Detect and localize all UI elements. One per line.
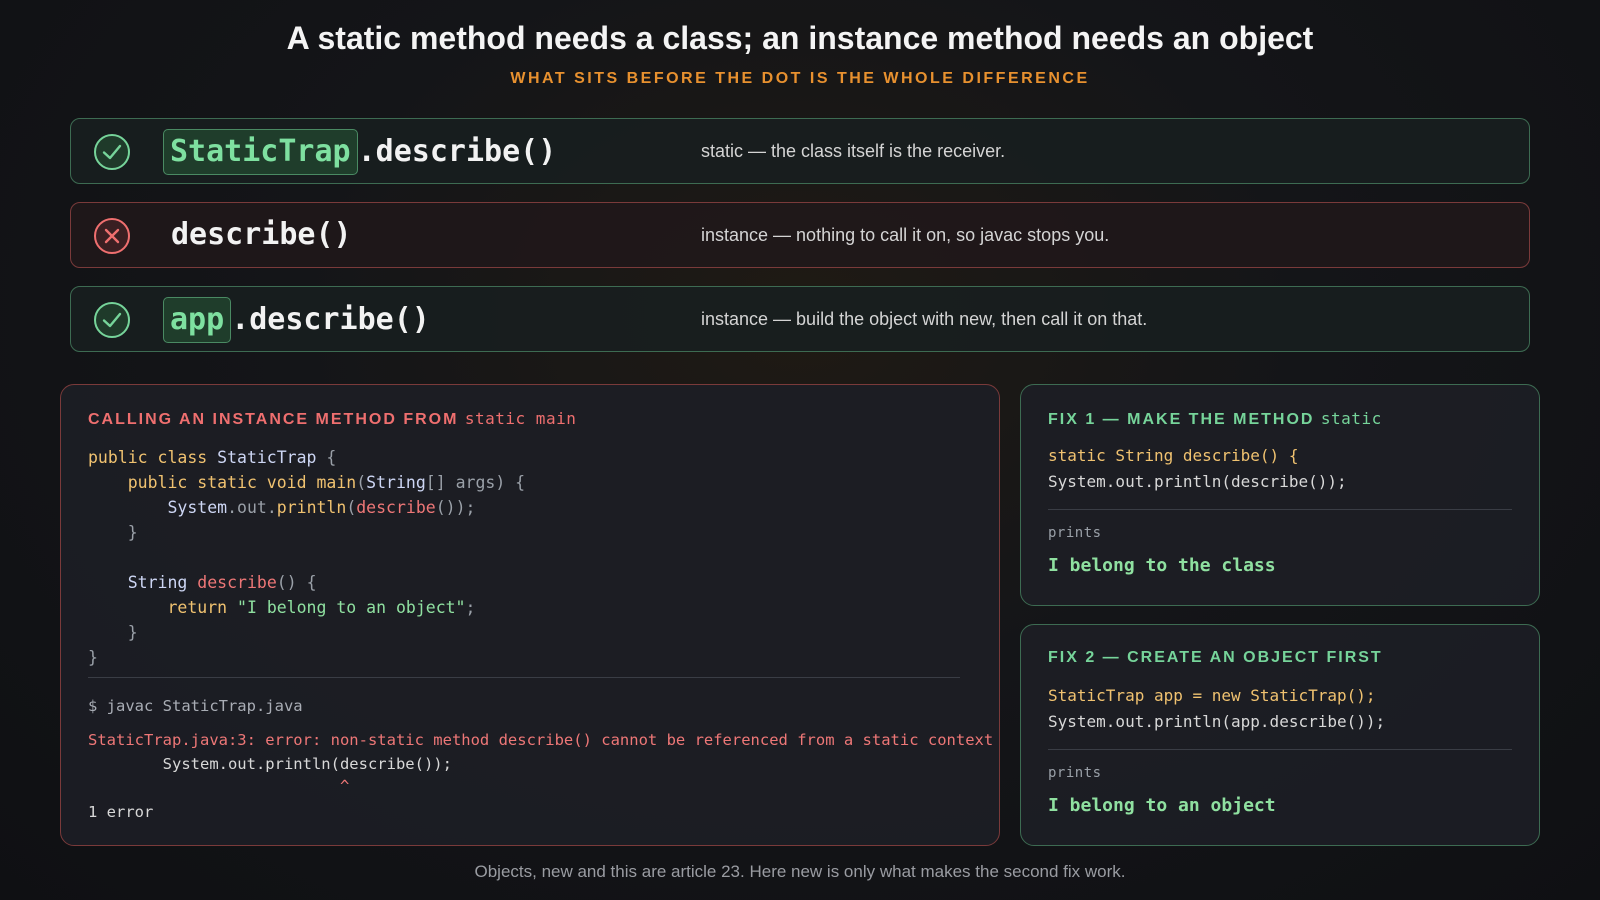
heading-text: CALLING AN INSTANCE METHOD FROM bbox=[88, 411, 465, 428]
terminal-command: $ javac StaticTrap.java bbox=[88, 697, 303, 715]
prints-label: prints bbox=[1048, 765, 1102, 781]
call-expression: StaticTrap .describe() bbox=[163, 129, 557, 175]
error-panel: CALLING AN INSTANCE METHOD FROM static m… bbox=[60, 384, 1000, 846]
call-row-instance: app .describe() instance — build the obje… bbox=[70, 286, 1530, 352]
call-row-bare: describe() instance — nothing to call it… bbox=[70, 202, 1530, 268]
method-call: describe() bbox=[171, 217, 352, 252]
footer-note: Objects, new and this are article 23. He… bbox=[474, 862, 1126, 881]
error-source-line: System.out.println(describe()); bbox=[88, 755, 452, 773]
call-row-static: StaticTrap .describe() static — the class… bbox=[70, 118, 1530, 184]
page-title: A static method needs a class; an instan… bbox=[286, 20, 1314, 56]
prints-label: prints bbox=[1048, 525, 1102, 541]
receiver-highlight: app bbox=[163, 297, 232, 343]
heading-keyword: static bbox=[1320, 409, 1382, 428]
prints-output: I belong to an object bbox=[1048, 795, 1276, 816]
call-description: instance — build the object with new, th… bbox=[701, 309, 1148, 329]
receiver-highlight: StaticTrap bbox=[163, 129, 358, 175]
fix-panel-static: FIX 1 — MAKE THE METHOD static static St… bbox=[1020, 384, 1540, 606]
page-subtitle: WHAT SITS BEFORE THE DOT IS THE WHOLE DI… bbox=[510, 70, 1090, 87]
prints-output: I belong to the class bbox=[1048, 555, 1276, 576]
x-circle-icon bbox=[94, 218, 130, 254]
check-circle-icon bbox=[94, 302, 130, 338]
compiler-error: StaticTrap.java:3: error: non-static met… bbox=[88, 731, 994, 749]
fix-panel-object: FIX 2 — CREATE AN OBJECT FIRST StaticTra… bbox=[1020, 624, 1540, 846]
heading-text: FIX 2 — CREATE AN OBJECT FIRST bbox=[1048, 649, 1383, 666]
method-call: .describe() bbox=[357, 134, 557, 169]
error-panel-heading: CALLING AN INSTANCE METHOD FROM static m… bbox=[88, 409, 576, 429]
call-expression: describe() bbox=[171, 213, 352, 257]
heading-keyword: static main bbox=[464, 409, 577, 428]
call-expression: app .describe() bbox=[163, 297, 430, 343]
call-description: instance — nothing to call it on, so jav… bbox=[701, 225, 1110, 245]
source-code: public class StaticTrap { public static … bbox=[88, 448, 526, 667]
divider bbox=[1048, 749, 1512, 750]
fix-code: static String describe() { System.out.pr… bbox=[1048, 446, 1347, 491]
heading-text: FIX 1 — MAKE THE METHOD bbox=[1048, 411, 1321, 428]
method-call: .describe() bbox=[231, 302, 430, 337]
divider bbox=[88, 677, 960, 678]
error-caret: ^ bbox=[88, 777, 350, 795]
check-circle-icon bbox=[94, 134, 130, 170]
fix-heading: FIX 2 — CREATE AN OBJECT FIRST bbox=[1048, 649, 1383, 667]
call-description: static — the class itself is the receive… bbox=[701, 141, 1006, 161]
fix-code: StaticTrap app = new StaticTrap(); Syste… bbox=[1048, 686, 1386, 731]
error-count: 1 error bbox=[88, 803, 154, 821]
divider bbox=[1048, 509, 1512, 510]
fix-heading: FIX 1 — MAKE THE METHOD static bbox=[1048, 409, 1382, 429]
